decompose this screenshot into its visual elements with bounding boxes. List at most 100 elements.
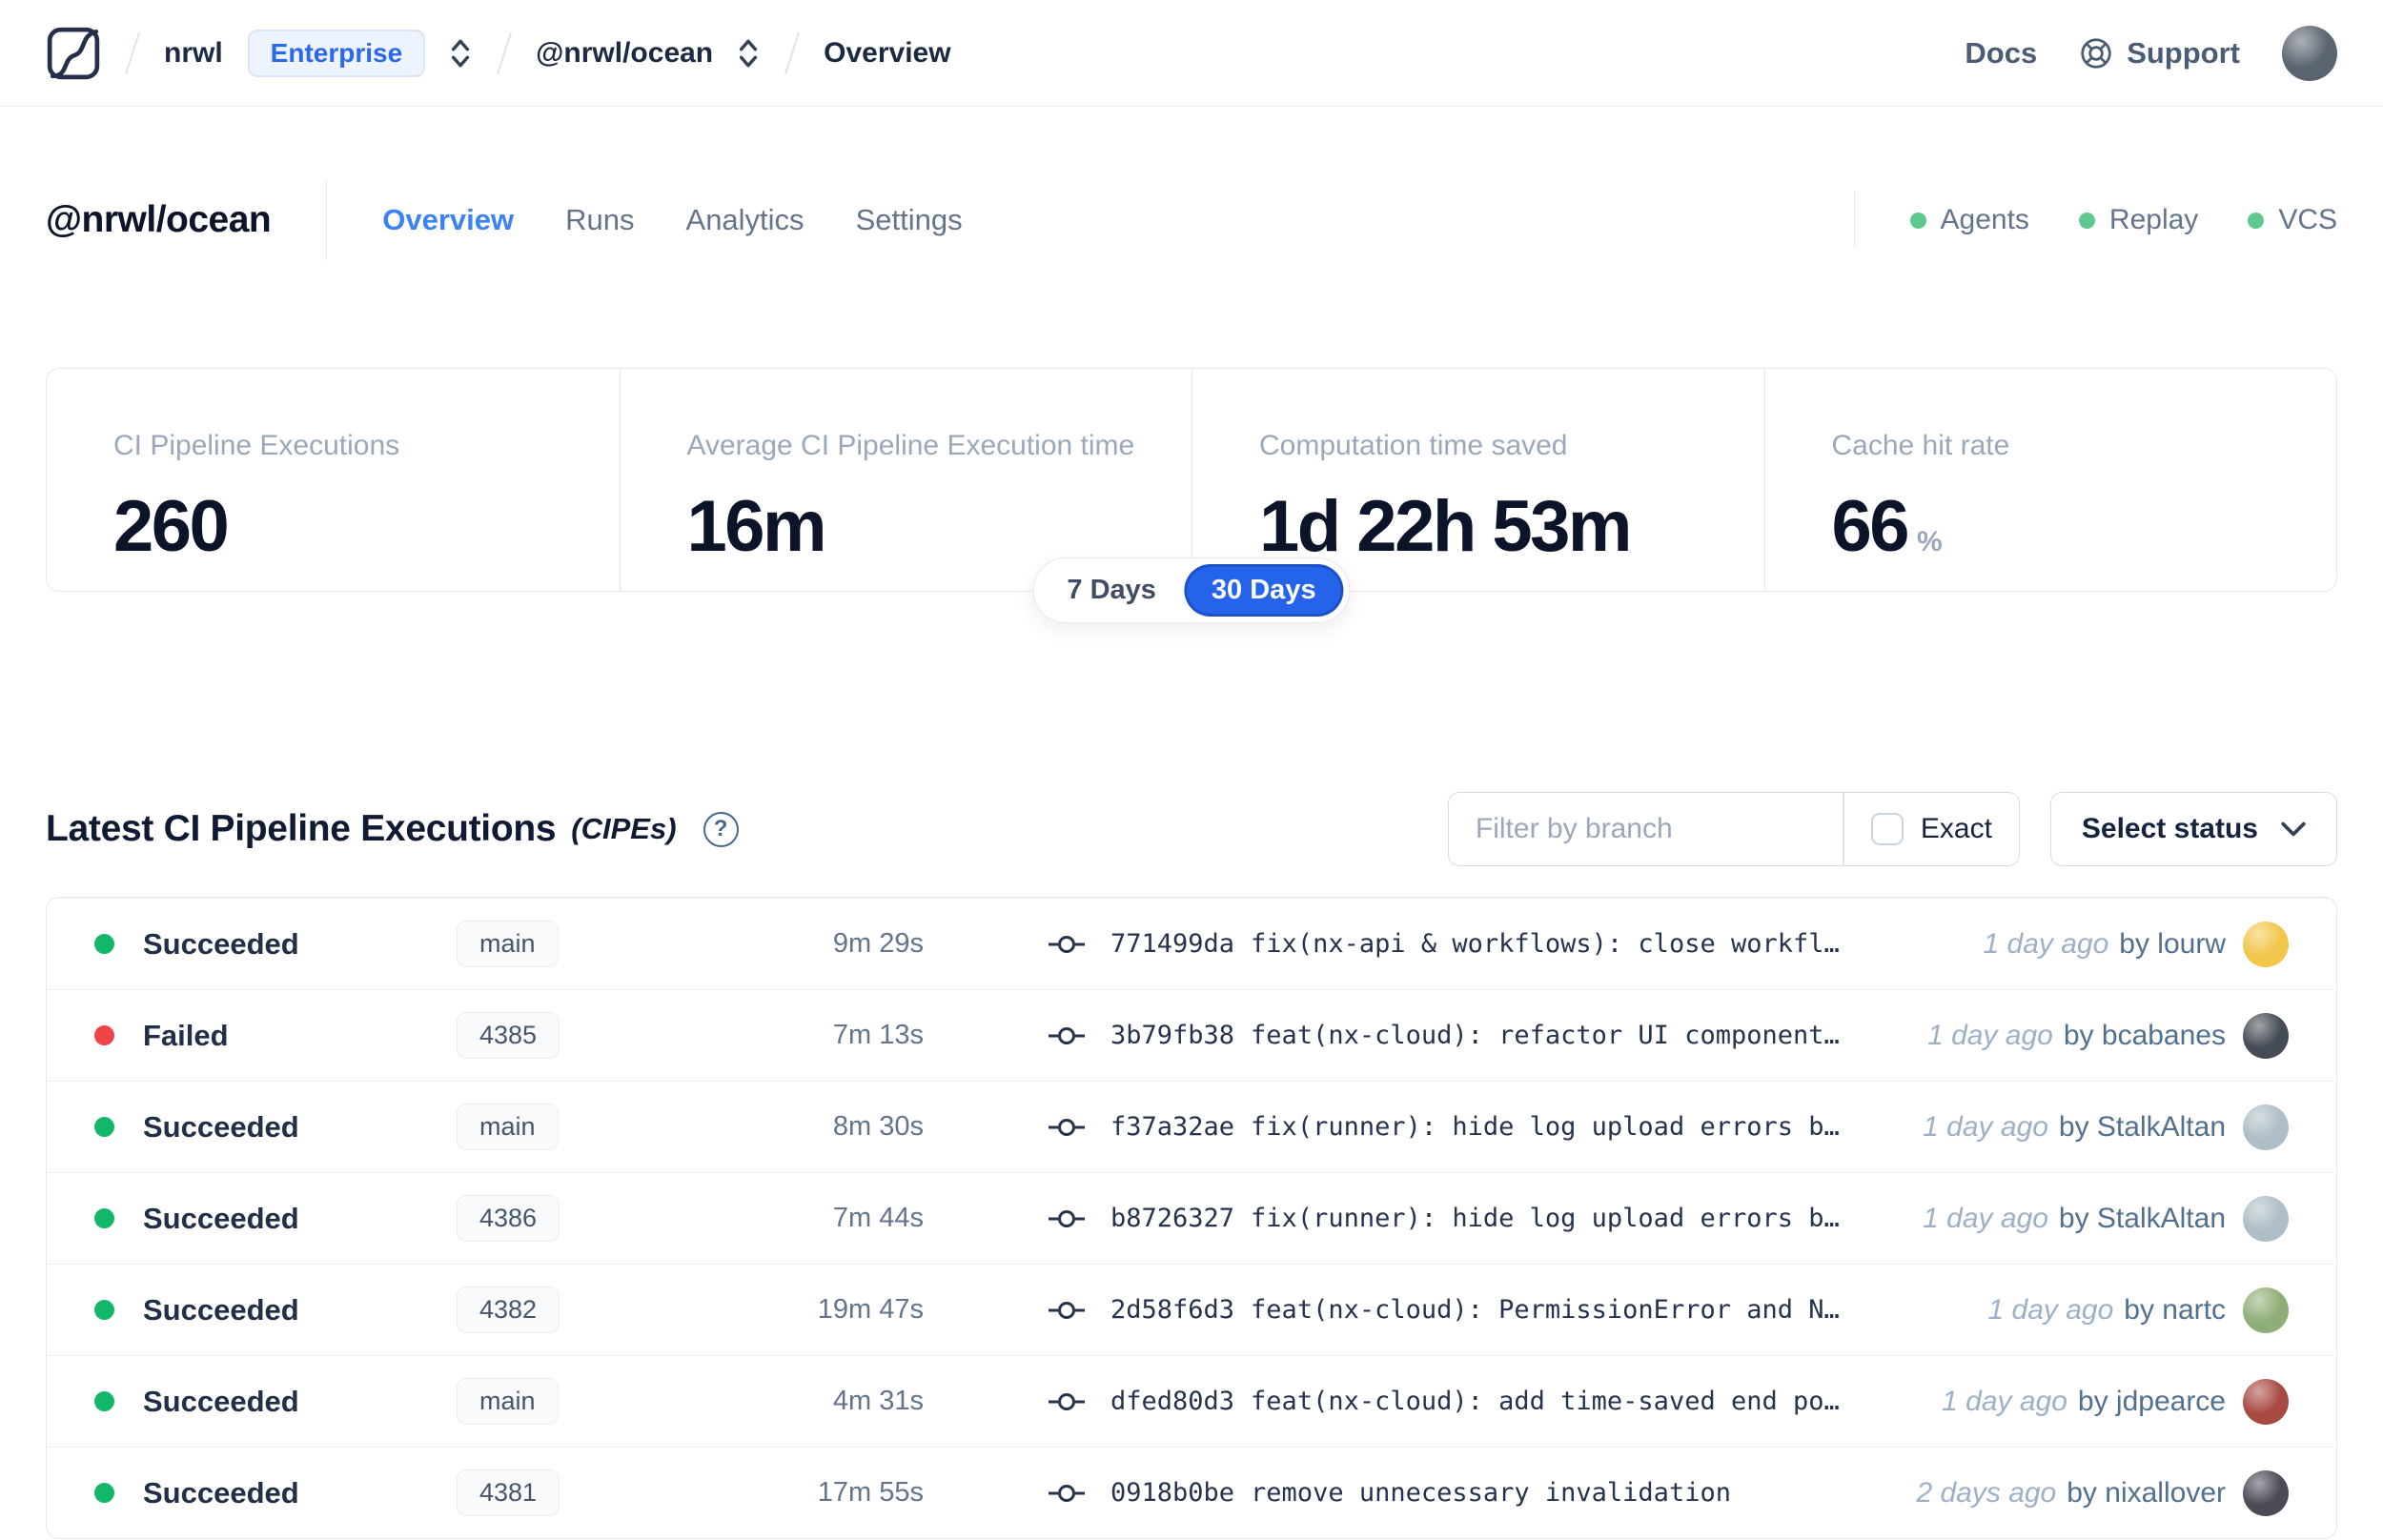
status-label: Succeeded bbox=[143, 1384, 299, 1418]
commit-icon bbox=[1048, 1208, 1086, 1229]
workspace-switcher-icon[interactable] bbox=[736, 36, 761, 71]
status-dot bbox=[94, 1208, 114, 1228]
status-dot bbox=[94, 1391, 114, 1411]
commit-cell: 3b79fb38 feat(nx-cloud): refactor UI com… bbox=[924, 1021, 1927, 1050]
stat-value: 16m bbox=[686, 486, 827, 567]
commit-icon bbox=[1048, 1391, 1086, 1412]
status-label: Succeeded bbox=[143, 1475, 299, 1510]
stat-ci-pipeline-executions: CI Pipeline Executions 260 bbox=[47, 369, 620, 591]
stat-cards: CI Pipeline Executions 260 Average CI Pi… bbox=[46, 368, 2337, 623]
status-label: Succeeded bbox=[143, 1201, 299, 1235]
duration-label: 8m 30s bbox=[832, 1111, 924, 1142]
time-ago-label: 1 day ago bbox=[1983, 927, 2109, 960]
author-avatar bbox=[2243, 1012, 2289, 1059]
stat-label: CI Pipeline Executions bbox=[113, 430, 400, 461]
help-icon[interactable]: ? bbox=[703, 811, 739, 847]
branch-badge: 4386 bbox=[457, 1195, 560, 1242]
range-30-days[interactable]: 30 Days bbox=[1183, 564, 1344, 617]
author-avatar bbox=[2243, 1378, 2289, 1425]
stat-value: 1d 22h 53m bbox=[1259, 486, 1633, 567]
commit-cell: f37a32ae fix(runner): hide log upload er… bbox=[924, 1112, 1923, 1142]
branch-filter: Exact bbox=[1447, 792, 2020, 866]
commit-message: feat(nx-cloud): PermissionError and N… bbox=[1251, 1295, 1840, 1325]
breadcrumb-separator bbox=[497, 31, 513, 74]
status-dot bbox=[94, 1025, 114, 1045]
breadcrumb-separator bbox=[784, 31, 801, 74]
workspace-header: @nrwl/ocean Overview Runs Analytics Sett… bbox=[0, 179, 2383, 261]
org-switcher-icon[interactable] bbox=[448, 36, 473, 71]
commit-cell: 2d58f6d3 feat(nx-cloud): PermissionError… bbox=[924, 1295, 1988, 1325]
tab-runs[interactable]: Runs bbox=[565, 203, 634, 237]
stat-label: Average CI Pipeline Execution time bbox=[686, 430, 1135, 461]
branch-badge: 4385 bbox=[457, 1012, 560, 1059]
cipe-row[interactable]: Failed 4385 7m 13s 3b79fb38 feat(nx-clou… bbox=[47, 989, 2336, 1081]
branch-filter-input[interactable] bbox=[1448, 813, 1843, 845]
duration-label: 7m 13s bbox=[832, 1020, 924, 1050]
author-avatar bbox=[2243, 1195, 2289, 1242]
commit-message: fix(nx-api & workflows): close workfl… bbox=[1251, 929, 1840, 959]
workspace-title: @nrwl/ocean bbox=[46, 199, 272, 240]
cipe-row[interactable]: Succeeded 4386 7m 44s b8726327 fix(runne… bbox=[47, 1172, 2336, 1264]
branch-badge: main bbox=[457, 1104, 559, 1150]
status-label: Succeeded bbox=[143, 1292, 299, 1327]
commit-icon bbox=[1048, 1300, 1086, 1321]
cipe-row[interactable]: Succeeded main 9m 29s 771499da fix(nx-ap… bbox=[47, 898, 2336, 989]
date-range-toggle: 7 Days 30 Days bbox=[1032, 557, 1351, 623]
commit-cell: 771499da fix(nx-api & workflows): close … bbox=[924, 929, 1984, 959]
commit-message: fix(runner): hide log upload errors b… bbox=[1251, 1112, 1840, 1142]
commit-hash: 3b79fb38 bbox=[1110, 1021, 1235, 1050]
breadcrumb-workspace[interactable]: @nrwl/ocean bbox=[536, 37, 713, 70]
commit-cell: dfed80d3 feat(nx-cloud): add time-saved … bbox=[924, 1387, 1942, 1416]
status-dot bbox=[94, 1117, 114, 1137]
breadcrumb-org[interactable]: nrwl bbox=[164, 37, 223, 70]
cipe-row[interactable]: Succeeded 4381 17m 55s 0918b0be remove u… bbox=[47, 1447, 2336, 1538]
time-ago-label: 1 day ago bbox=[1942, 1385, 2067, 1417]
commit-icon bbox=[1048, 1483, 1086, 1504]
commit-message: feat(nx-cloud): refactor UI component… bbox=[1251, 1021, 1840, 1050]
commit-message: fix(runner): hide log upload errors b… bbox=[1251, 1204, 1840, 1233]
exact-checkbox[interactable] bbox=[1870, 813, 1904, 845]
range-7-days[interactable]: 7 Days bbox=[1039, 564, 1184, 617]
cipe-row[interactable]: Succeeded main 4m 31s dfed80d3 feat(nx-c… bbox=[47, 1355, 2336, 1447]
author-avatar bbox=[2243, 1287, 2289, 1333]
docs-link[interactable]: Docs bbox=[1965, 36, 2037, 71]
breadcrumb-separator bbox=[124, 31, 141, 74]
commit-hash: b8726327 bbox=[1110, 1204, 1235, 1233]
cipe-table: Succeeded main 9m 29s 771499da fix(nx-ap… bbox=[46, 897, 2337, 1539]
tab-settings[interactable]: Settings bbox=[856, 203, 963, 237]
replay-indicator[interactable]: Replay bbox=[2078, 204, 2198, 236]
status-select-dropdown[interactable]: Select status bbox=[2049, 792, 2337, 866]
commit-message: remove unnecessary invalidation bbox=[1251, 1478, 1731, 1508]
exact-toggle[interactable]: Exact bbox=[1844, 813, 2019, 845]
support-link[interactable]: Support bbox=[2079, 36, 2240, 71]
tab-overview[interactable]: Overview bbox=[382, 203, 514, 237]
commit-icon bbox=[1048, 1117, 1086, 1138]
tab-analytics[interactable]: Analytics bbox=[686, 203, 805, 237]
status-select-label: Select status bbox=[2081, 813, 2258, 844]
status-dot bbox=[94, 1483, 114, 1503]
agents-indicator[interactable]: Agents bbox=[1909, 204, 2029, 236]
status-label: Failed bbox=[143, 1018, 229, 1052]
time-ago-label: 1 day ago bbox=[1923, 1110, 2048, 1143]
workspace-tabs: Overview Runs Analytics Settings bbox=[382, 203, 962, 237]
nx-cloud-logo-icon[interactable] bbox=[46, 26, 101, 81]
breadcrumb-page: Overview bbox=[824, 36, 951, 69]
author-avatar bbox=[2243, 1104, 2289, 1150]
user-avatar[interactable] bbox=[2282, 25, 2337, 81]
stat-value: 66% bbox=[1831, 486, 1943, 567]
author-avatar bbox=[2243, 921, 2289, 967]
time-ago-label: 1 day ago bbox=[1987, 1293, 2114, 1326]
enterprise-badge[interactable]: Enterprise bbox=[247, 29, 426, 77]
author-label: by bcabanes bbox=[2063, 1019, 2226, 1051]
support-lifebuoy-icon bbox=[2079, 36, 2113, 71]
author-label: by nixallover bbox=[2067, 1476, 2226, 1509]
exact-label: Exact bbox=[1920, 813, 1992, 844]
cipe-row[interactable]: Succeeded main 8m 30s f37a32ae fix(runne… bbox=[47, 1081, 2336, 1172]
commit-hash: f37a32ae bbox=[1110, 1112, 1235, 1142]
vcs-status-dot bbox=[2248, 212, 2265, 229]
branch-badge: main bbox=[457, 1378, 559, 1425]
replay-status-dot bbox=[2078, 212, 2095, 229]
vcs-indicator[interactable]: VCS bbox=[2248, 204, 2337, 236]
cipe-filters: Exact Select status bbox=[1447, 792, 2337, 866]
cipe-row[interactable]: Succeeded 4382 19m 47s 2d58f6d3 feat(nx-… bbox=[47, 1264, 2336, 1355]
